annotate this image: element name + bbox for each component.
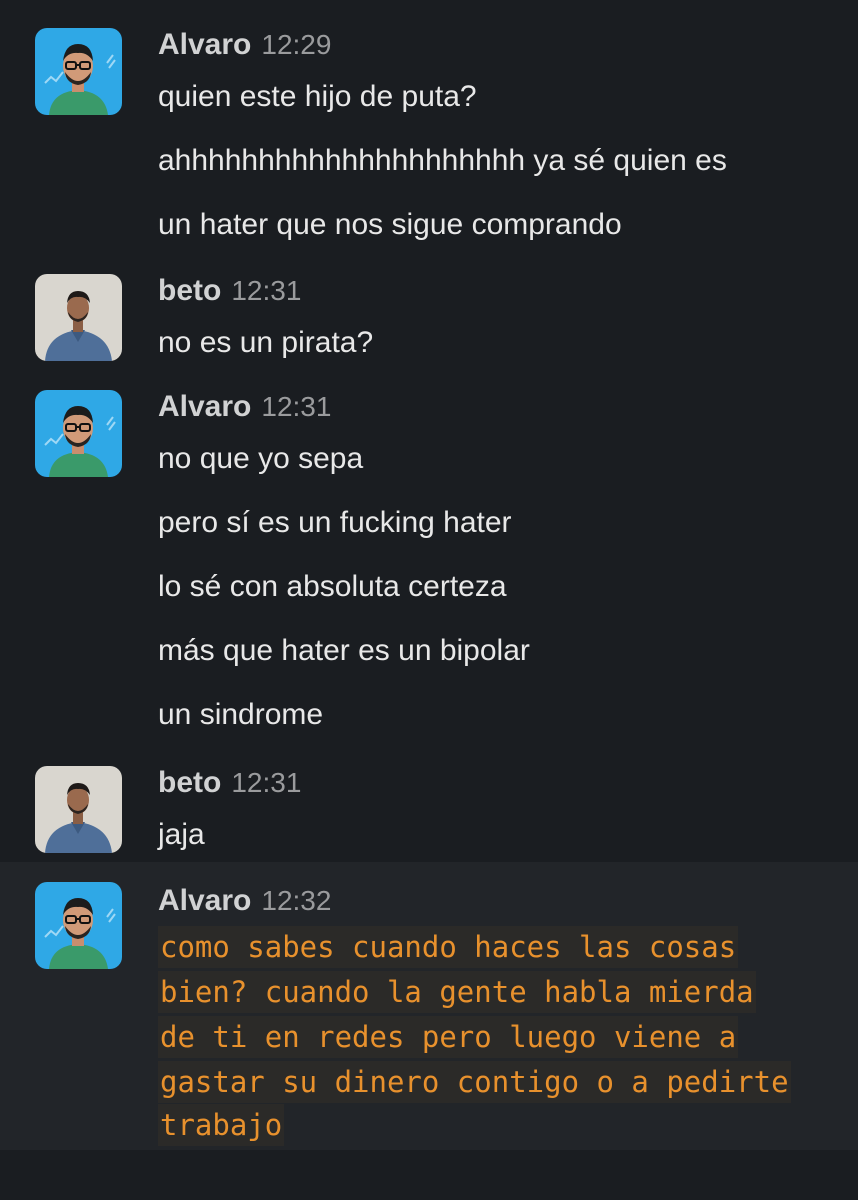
avatar[interactable] bbox=[35, 28, 122, 115]
beto-avatar-icon bbox=[35, 274, 122, 361]
message-text: quien este hijo de puta? bbox=[158, 80, 477, 113]
message-header: Alvaro 12:31 bbox=[158, 390, 331, 424]
author-name[interactable]: Alvaro bbox=[158, 28, 251, 61]
avatar[interactable] bbox=[35, 766, 122, 853]
timestamp[interactable]: 12:31 bbox=[231, 767, 301, 798]
code-text-line: bien? cuando la gente habla mierda bbox=[158, 971, 756, 1013]
author-name[interactable]: beto bbox=[158, 274, 221, 307]
message-text: un sindrome bbox=[158, 698, 324, 731]
timestamp[interactable]: 12:32 bbox=[261, 885, 331, 916]
avatar[interactable] bbox=[35, 390, 122, 477]
avatar[interactable] bbox=[35, 882, 122, 969]
message-text: un hater que nos sigue comprando bbox=[158, 208, 622, 241]
message-text: ahhhhhhhhhhhhhhhhhhhhh ya sé quien es bbox=[158, 144, 727, 177]
message-text: no que yo sepa bbox=[158, 442, 364, 475]
author-name[interactable]: Alvaro bbox=[158, 390, 251, 423]
timestamp[interactable]: 12:29 bbox=[261, 29, 331, 60]
message-header: Alvaro 12:29 bbox=[158, 28, 331, 62]
message-text: más que hater es un bipolar bbox=[158, 634, 530, 667]
avatar[interactable] bbox=[35, 274, 122, 361]
message-header: beto 12:31 bbox=[158, 274, 301, 308]
author-name[interactable]: Alvaro bbox=[158, 884, 251, 917]
message-header: Alvaro 12:32 bbox=[158, 884, 331, 918]
alvaro-avatar-icon bbox=[35, 882, 122, 969]
code-text-line: trabajo bbox=[158, 1104, 285, 1146]
beto-avatar-icon bbox=[35, 766, 122, 853]
message-text: lo sé con absoluta certeza bbox=[158, 570, 507, 603]
alvaro-avatar-icon bbox=[35, 390, 122, 477]
timestamp[interactable]: 12:31 bbox=[261, 391, 331, 422]
message-text: pero sí es un fucking hater bbox=[158, 506, 512, 539]
message-text: jaja bbox=[158, 818, 205, 851]
code-text-line: de ti en redes pero luego viene a bbox=[158, 1016, 739, 1058]
message-text: no es un pirata? bbox=[158, 326, 374, 359]
author-name[interactable]: beto bbox=[158, 766, 221, 799]
message-header: beto 12:31 bbox=[158, 766, 301, 800]
alvaro-avatar-icon bbox=[35, 28, 122, 115]
code-text-line: como sabes cuando haces las cosas bbox=[158, 926, 739, 968]
timestamp[interactable]: 12:31 bbox=[231, 275, 301, 306]
code-text-line: gastar su dinero contigo o a pedirte bbox=[158, 1061, 791, 1103]
